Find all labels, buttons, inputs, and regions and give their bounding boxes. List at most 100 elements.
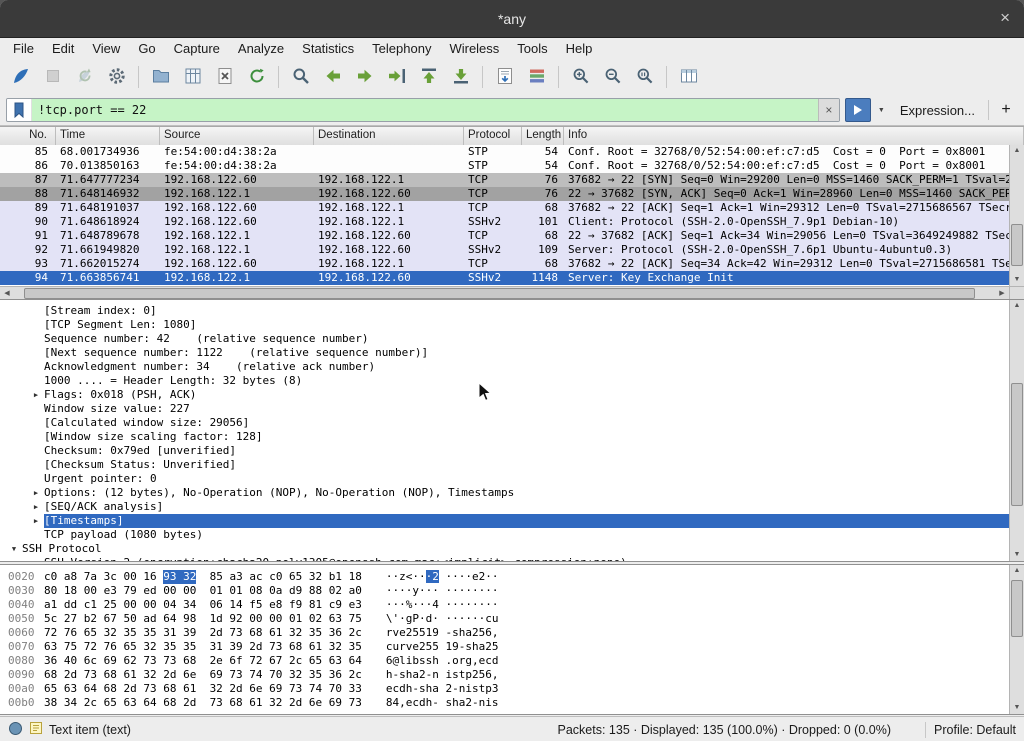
scroll-thumb[interactable]: [1011, 224, 1023, 266]
menu-item[interactable]: Statistics: [293, 39, 363, 58]
hex-row[interactable]: 00b0 38 34 2c 65 63 64 68 2d 73 68 61 32…: [0, 696, 1009, 710]
packet-row[interactable]: 89 71.648191037 192.168.122.60 192.168.1…: [0, 201, 1009, 215]
detail-line[interactable]: [Checksum Status: Unverified]: [0, 458, 1009, 472]
go-first-packet-button[interactable]: [414, 64, 443, 91]
packet-list-hscrollbar[interactable]: ◀ ▶: [0, 286, 1009, 300]
expander-icon[interactable]: [28, 416, 44, 430]
packet-row[interactable]: 88 71.648146932 192.168.122.1 192.168.12…: [0, 187, 1009, 201]
detail-line[interactable]: [Next sequence number: 1122 (relative se…: [0, 346, 1009, 360]
display-filter-field[interactable]: !tcp.port == 22 ×: [6, 98, 840, 122]
packet-row[interactable]: 90 71.648618924 192.168.122.60 192.168.1…: [0, 215, 1009, 229]
packet-row[interactable]: 85 68.001734936 fe:54:00:d4:38:2a STP 54…: [0, 145, 1009, 159]
column-header[interactable]: Destination: [314, 127, 464, 145]
hex-row[interactable]: 0040 a1 dd c1 25 00 00 04 34 06 14 f5 e8…: [0, 598, 1009, 612]
menu-item[interactable]: Telephony: [363, 39, 440, 58]
expander-icon[interactable]: [28, 528, 44, 542]
close-file-button[interactable]: [210, 64, 239, 91]
expander-icon[interactable]: ▶: [28, 514, 44, 528]
detail-line[interactable]: Acknowledgment number: 34 (relative ack …: [0, 360, 1009, 374]
filter-input[interactable]: !tcp.port == 22: [32, 99, 818, 121]
scroll-thumb[interactable]: [1011, 383, 1023, 506]
menu-item[interactable]: Wireless: [440, 39, 508, 58]
detail-line[interactable]: [Stream index: 0]: [0, 304, 1009, 318]
filter-history-dropdown-icon[interactable]: ▼: [876, 107, 887, 114]
hex-row[interactable]: 0030 80 18 00 e3 79 ed 00 00 01 01 08 0a…: [0, 584, 1009, 598]
detail-line[interactable]: TCP payload (1080 bytes): [0, 528, 1009, 542]
expression-button[interactable]: Expression...: [892, 101, 983, 120]
restart-capture-button[interactable]: [70, 64, 99, 91]
expander-icon[interactable]: [28, 430, 44, 444]
detail-line[interactable]: [TCP Segment Len: 1080]: [0, 318, 1009, 332]
detail-line[interactable]: SSH Version 2 (encryption:chacha20-poly1…: [0, 556, 1009, 562]
expander-icon[interactable]: [28, 444, 44, 458]
hex-row[interactable]: 0060 72 76 65 32 35 35 31 39 2d 73 68 61…: [0, 626, 1009, 640]
filter-bookmark-icon[interactable]: [7, 99, 32, 121]
stop-capture-button[interactable]: [38, 64, 67, 91]
detail-line[interactable]: ▶ Flags: 0x018 (PSH, ACK): [0, 388, 1009, 402]
packet-row[interactable]: 94 71.663856741 192.168.122.1 192.168.12…: [0, 271, 1009, 285]
go-to-packet-button[interactable]: [382, 64, 411, 91]
column-header[interactable]: Info: [564, 127, 1024, 145]
menu-item[interactable]: Help: [557, 39, 602, 58]
hex-vscrollbar[interactable]: ▲ ▼: [1009, 565, 1024, 714]
menu-item[interactable]: Capture: [165, 39, 229, 58]
menu-item[interactable]: View: [83, 39, 129, 58]
scroll-up-icon[interactable]: ▲: [1010, 565, 1024, 577]
detail-vscrollbar[interactable]: ▲ ▼: [1009, 300, 1024, 561]
column-header[interactable]: Source: [160, 127, 314, 145]
colorize-button[interactable]: [522, 64, 551, 91]
detail-line[interactable]: Checksum: 0x79ed [unverified]: [0, 444, 1009, 458]
scroll-track[interactable]: [1010, 157, 1024, 274]
hex-row[interactable]: 0090 68 2d 73 68 61 32 2d 6e 69 73 74 70…: [0, 668, 1009, 682]
reload-file-button[interactable]: [242, 64, 271, 91]
find-packet-button[interactable]: [286, 64, 315, 91]
go-forward-button[interactable]: [350, 64, 379, 91]
go-last-packet-button[interactable]: [446, 64, 475, 91]
expander-icon[interactable]: [28, 304, 44, 318]
resize-columns-button[interactable]: [674, 64, 703, 91]
titlebar[interactable]: *any ×: [0, 0, 1024, 38]
expert-info-icon[interactable]: [8, 721, 23, 739]
packet-list-vscrollbar[interactable]: ▲ ▼: [1009, 145, 1024, 286]
menu-item[interactable]: Analyze: [229, 39, 293, 58]
profile-button[interactable]: Profile: Default: [934, 723, 1016, 737]
packet-row[interactable]: 87 71.647777234 192.168.122.60 192.168.1…: [0, 173, 1009, 187]
expander-icon[interactable]: [28, 402, 44, 416]
expander-icon[interactable]: [28, 346, 44, 360]
zoom-out-button[interactable]: [598, 64, 627, 91]
filter-add-button[interactable]: +: [994, 100, 1018, 120]
open-file-button[interactable]: [146, 64, 175, 91]
detail-line[interactable]: [Calculated window size: 29056]: [0, 416, 1009, 430]
column-header[interactable]: No.: [0, 127, 56, 145]
zoom-reset-button[interactable]: [630, 64, 659, 91]
column-header[interactable]: Protocol: [464, 127, 522, 145]
expander-icon[interactable]: [28, 332, 44, 346]
packet-row[interactable]: 93 71.662015274 192.168.122.60 192.168.1…: [0, 257, 1009, 271]
expander-icon[interactable]: [28, 360, 44, 374]
column-header[interactable]: Length: [522, 127, 564, 145]
menu-item[interactable]: File: [4, 39, 43, 58]
packet-row[interactable]: 86 70.013850163 fe:54:00:d4:38:2a STP 54…: [0, 159, 1009, 173]
packet-row[interactable]: 91 71.648789678 192.168.122.1 192.168.12…: [0, 229, 1009, 243]
expander-icon[interactable]: [28, 472, 44, 486]
hex-row[interactable]: 0080 36 40 6c 69 62 73 73 68 2e 6f 72 67…: [0, 654, 1009, 668]
expander-icon[interactable]: ▶: [28, 388, 44, 402]
detail-line[interactable]: Sequence number: 42 (relative sequence n…: [0, 332, 1009, 346]
hex-row[interactable]: 0070 63 75 72 76 65 32 35 35 31 39 2d 73…: [0, 640, 1009, 654]
expander-icon[interactable]: [28, 458, 44, 472]
detail-line[interactable]: ▶ Options: (12 bytes), No-Operation (NOP…: [0, 486, 1009, 500]
detail-line[interactable]: Urgent pointer: 0: [0, 472, 1009, 486]
start-capture-button[interactable]: [6, 64, 35, 91]
zoom-in-button[interactable]: [566, 64, 595, 91]
detail-line[interactable]: ▶ [Timestamps]: [0, 514, 1009, 528]
capture-options-button[interactable]: [102, 64, 131, 91]
expander-icon[interactable]: [28, 374, 44, 388]
expander-icon[interactable]: ▶: [28, 486, 44, 500]
detail-line[interactable]: [Window size scaling factor: 128]: [0, 430, 1009, 444]
scroll-down-icon[interactable]: ▼: [1010, 549, 1024, 561]
packet-row[interactable]: 92 71.661949820 192.168.122.1 192.168.12…: [0, 243, 1009, 257]
detail-line[interactable]: ▼ SSH Protocol: [0, 542, 1009, 556]
detail-line[interactable]: ▶ [SEQ/ACK analysis]: [0, 500, 1009, 514]
detail-line[interactable]: Window size value: 227: [0, 402, 1009, 416]
menu-item[interactable]: Edit: [43, 39, 83, 58]
